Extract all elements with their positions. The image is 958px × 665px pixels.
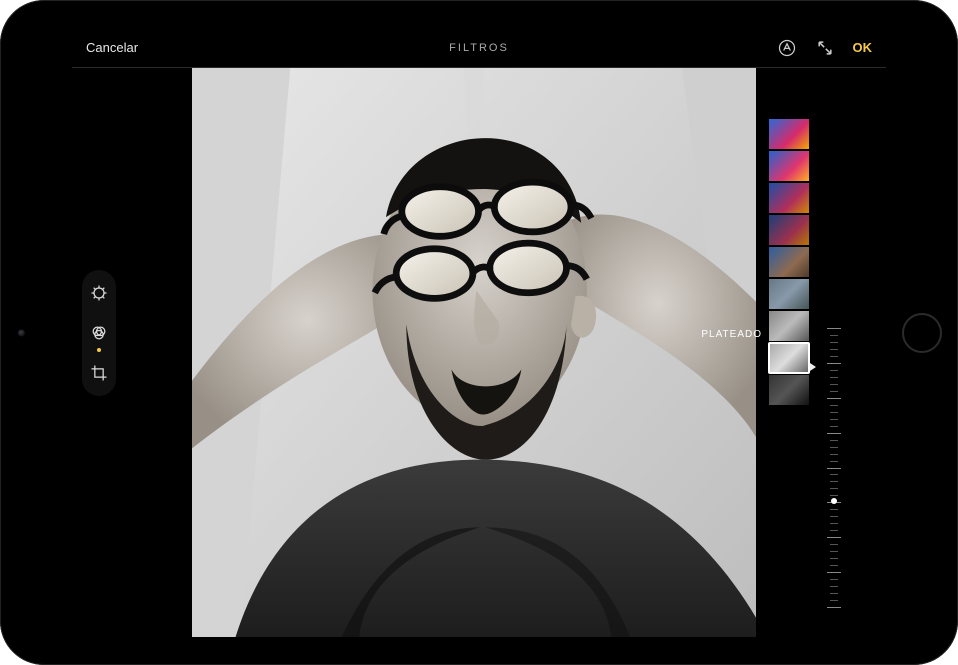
filter-thumb[interactable]: [768, 310, 810, 342]
filter-thumb[interactable]: [768, 118, 810, 150]
markup-icon[interactable]: [777, 38, 797, 58]
ipad-device-shell: Cancelar FILTROS OK: [0, 0, 958, 665]
filter-thumb[interactable]: [768, 374, 810, 406]
photo-preview: [192, 68, 756, 637]
ok-button[interactable]: OK: [853, 40, 873, 55]
intensity-marker-icon: [810, 363, 816, 371]
filter-thumb[interactable]: [768, 246, 810, 278]
crop-tool[interactable]: [86, 360, 112, 386]
photo-canvas[interactable]: [192, 68, 756, 637]
filter-strip[interactable]: [768, 118, 810, 497]
cancel-button[interactable]: Cancelar: [86, 40, 138, 55]
top-title: FILTROS: [449, 42, 509, 54]
intensity-track: [833, 328, 835, 607]
filter-thumb[interactable]: [768, 342, 810, 374]
filters-tool[interactable]: [86, 320, 112, 346]
filter-thumb[interactable]: [768, 214, 810, 246]
top-bar: Cancelar FILTROS OK: [72, 28, 886, 68]
filter-thumb[interactable]: [768, 182, 810, 214]
intensity-handle[interactable]: [831, 498, 837, 504]
home-button[interactable]: [902, 313, 942, 353]
top-right-group: OK: [777, 38, 873, 58]
left-tool-rail: [82, 270, 116, 396]
intensity-slider[interactable]: [820, 328, 848, 607]
filter-thumb[interactable]: [768, 150, 810, 182]
filter-thumb[interactable]: [768, 278, 810, 310]
selected-filter-label: PLATEADO: [701, 329, 762, 340]
screen: Cancelar FILTROS OK: [72, 28, 886, 637]
front-camera: [18, 329, 25, 336]
adjust-tool[interactable]: [86, 280, 112, 306]
expand-icon[interactable]: [815, 38, 835, 58]
